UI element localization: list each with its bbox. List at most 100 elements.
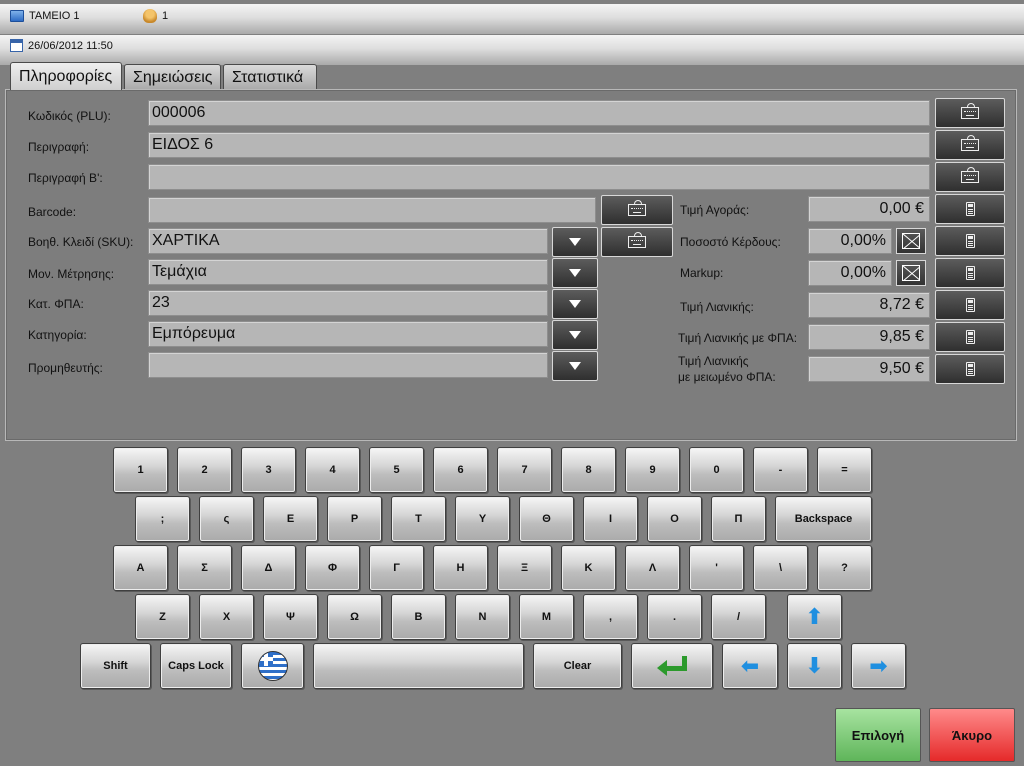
key-arrow-up[interactable]: ⬆ xyxy=(787,594,842,640)
markup-clear-button[interactable] xyxy=(896,260,926,286)
key-row3-4[interactable]: Γ xyxy=(369,545,424,591)
key-row1-10[interactable]: - xyxy=(753,447,808,493)
key-row3-1[interactable]: Σ xyxy=(177,545,232,591)
retail-reduced-vat-calc-button[interactable] xyxy=(935,354,1005,384)
key-row4-2[interactable]: Ψ xyxy=(263,594,318,640)
key-row1-4[interactable]: 5 xyxy=(369,447,424,493)
key-row1-3[interactable]: 4 xyxy=(305,447,360,493)
barcode-keyboard-button[interactable] xyxy=(601,195,673,225)
key-row3-8[interactable]: Λ xyxy=(625,545,680,591)
markup-input[interactable]: 0,00% xyxy=(808,260,892,286)
key-row2-8[interactable]: Ο xyxy=(647,496,702,542)
description-b-keyboard-button[interactable] xyxy=(935,162,1005,192)
category-select[interactable]: Εμπόρευμα xyxy=(148,321,548,347)
key-row1-5[interactable]: 6 xyxy=(433,447,488,493)
arrow-down-icon: ⬇ xyxy=(805,653,824,678)
tab-statistics[interactable]: Στατιστικά xyxy=(223,64,317,90)
key-row3-11[interactable]: ? xyxy=(817,545,872,591)
key-row3-2[interactable]: Δ xyxy=(241,545,296,591)
key-row1-6[interactable]: 7 xyxy=(497,447,552,493)
retail-price-calc-button[interactable] xyxy=(935,290,1005,320)
key-row4-0[interactable]: Ζ xyxy=(135,594,190,640)
key-row3-5[interactable]: Η xyxy=(433,545,488,591)
key-row4-8[interactable]: . xyxy=(647,594,702,640)
select-button[interactable]: Επιλογή xyxy=(835,708,921,762)
key-row1-8[interactable]: 9 xyxy=(625,447,680,493)
key-enter[interactable] xyxy=(631,643,713,689)
key-space[interactable] xyxy=(313,643,524,689)
supplier-select[interactable] xyxy=(148,352,548,378)
vat-dropdown-button[interactable] xyxy=(552,289,598,319)
retail-reduced-vat-price-input[interactable]: 9,50 € xyxy=(808,356,930,382)
key-row1-7[interactable]: 8 xyxy=(561,447,616,493)
calculator-icon xyxy=(965,298,975,312)
key-clear[interactable]: Clear xyxy=(533,643,622,689)
key-arrow-left[interactable]: ⬅ xyxy=(722,643,778,689)
barcode-input[interactable] xyxy=(148,197,596,223)
tab-notes[interactable]: Σημειώσεις xyxy=(124,64,221,90)
key-arrow-down[interactable]: ⬇ xyxy=(787,643,842,689)
key-row2-2[interactable]: Ε xyxy=(263,496,318,542)
key-row2-5[interactable]: Υ xyxy=(455,496,510,542)
key-row1-1[interactable]: 2 xyxy=(177,447,232,493)
description-b-label: Περιγραφή Β': xyxy=(28,171,103,185)
sku-dropdown-button[interactable] xyxy=(552,227,598,257)
key-row3-0[interactable]: Α xyxy=(113,545,168,591)
key-row4-1[interactable]: Χ xyxy=(199,594,254,640)
retail-price-input[interactable]: 8,72 € xyxy=(808,292,930,318)
description-label: Περιγραφή: xyxy=(28,140,90,154)
vat-label: Κατ. ΦΠΑ: xyxy=(28,297,84,311)
unit-select[interactable]: Τεμάχια xyxy=(148,259,548,285)
code-keyboard-button[interactable] xyxy=(935,98,1005,128)
key-shift[interactable]: Shift xyxy=(80,643,151,689)
key-row4-3[interactable]: Ω xyxy=(327,594,382,640)
key-row2-4[interactable]: Τ xyxy=(391,496,446,542)
chevron-down-icon xyxy=(569,362,581,370)
key-caps-lock[interactable]: Caps Lock xyxy=(160,643,232,689)
key-row3-10[interactable]: \ xyxy=(753,545,808,591)
markup-calc-button[interactable] xyxy=(935,258,1005,288)
key-row2-10[interactable]: Backspace xyxy=(775,496,872,542)
sku-input[interactable]: ΧΑΡΤΙΚΑ xyxy=(148,228,548,254)
category-dropdown-button[interactable] xyxy=(552,320,598,350)
key-row4-7[interactable]: , xyxy=(583,594,638,640)
vat-select[interactable]: 23 xyxy=(148,290,548,316)
profit-pct-calc-button[interactable] xyxy=(935,226,1005,256)
key-row2-6[interactable]: Θ xyxy=(519,496,574,542)
key-row2-7[interactable]: Ι xyxy=(583,496,638,542)
key-row1-11[interactable]: = xyxy=(817,447,872,493)
key-row3-7[interactable]: Κ xyxy=(561,545,616,591)
key-row4-6[interactable]: Μ xyxy=(519,594,574,640)
key-row3-6[interactable]: Ξ xyxy=(497,545,552,591)
purchase-price-input[interactable]: 0,00 € xyxy=(808,196,930,222)
key-row2-9[interactable]: Π xyxy=(711,496,766,542)
sku-keyboard-button[interactable] xyxy=(601,227,673,257)
key-row4-9[interactable]: / xyxy=(711,594,766,640)
key-row2-3[interactable]: Ρ xyxy=(327,496,382,542)
code-input[interactable]: 000006 xyxy=(148,100,930,126)
key-language[interactable] xyxy=(241,643,304,689)
key-row2-0[interactable]: ; xyxy=(135,496,190,542)
key-row1-0[interactable]: 1 xyxy=(113,447,168,493)
key-row1-2[interactable]: 3 xyxy=(241,447,296,493)
unit-label: Μον. Μέτρησης: xyxy=(28,267,115,281)
unit-dropdown-button[interactable] xyxy=(552,258,598,288)
profit-pct-input[interactable]: 0,00% xyxy=(808,228,892,254)
description-b-input[interactable] xyxy=(148,164,930,190)
cancel-button[interactable]: Άκυρο xyxy=(929,708,1015,762)
key-row3-3[interactable]: Φ xyxy=(305,545,360,591)
tab-info[interactable]: Πληροφορίες xyxy=(10,62,122,90)
key-row1-9[interactable]: 0 xyxy=(689,447,744,493)
retail-vat-price-input[interactable]: 9,85 € xyxy=(808,324,930,350)
key-arrow-right[interactable]: ➡ xyxy=(851,643,906,689)
purchase-price-calc-button[interactable] xyxy=(935,194,1005,224)
profit-pct-clear-button[interactable] xyxy=(896,228,926,254)
key-row4-5[interactable]: Ν xyxy=(455,594,510,640)
description-input[interactable]: ΕΙΔΟΣ 6 xyxy=(148,132,930,158)
description-keyboard-button[interactable] xyxy=(935,130,1005,160)
retail-vat-price-calc-button[interactable] xyxy=(935,322,1005,352)
key-row3-9[interactable]: ' xyxy=(689,545,744,591)
key-row2-1[interactable]: ς xyxy=(199,496,254,542)
supplier-dropdown-button[interactable] xyxy=(552,351,598,381)
key-row4-4[interactable]: Β xyxy=(391,594,446,640)
